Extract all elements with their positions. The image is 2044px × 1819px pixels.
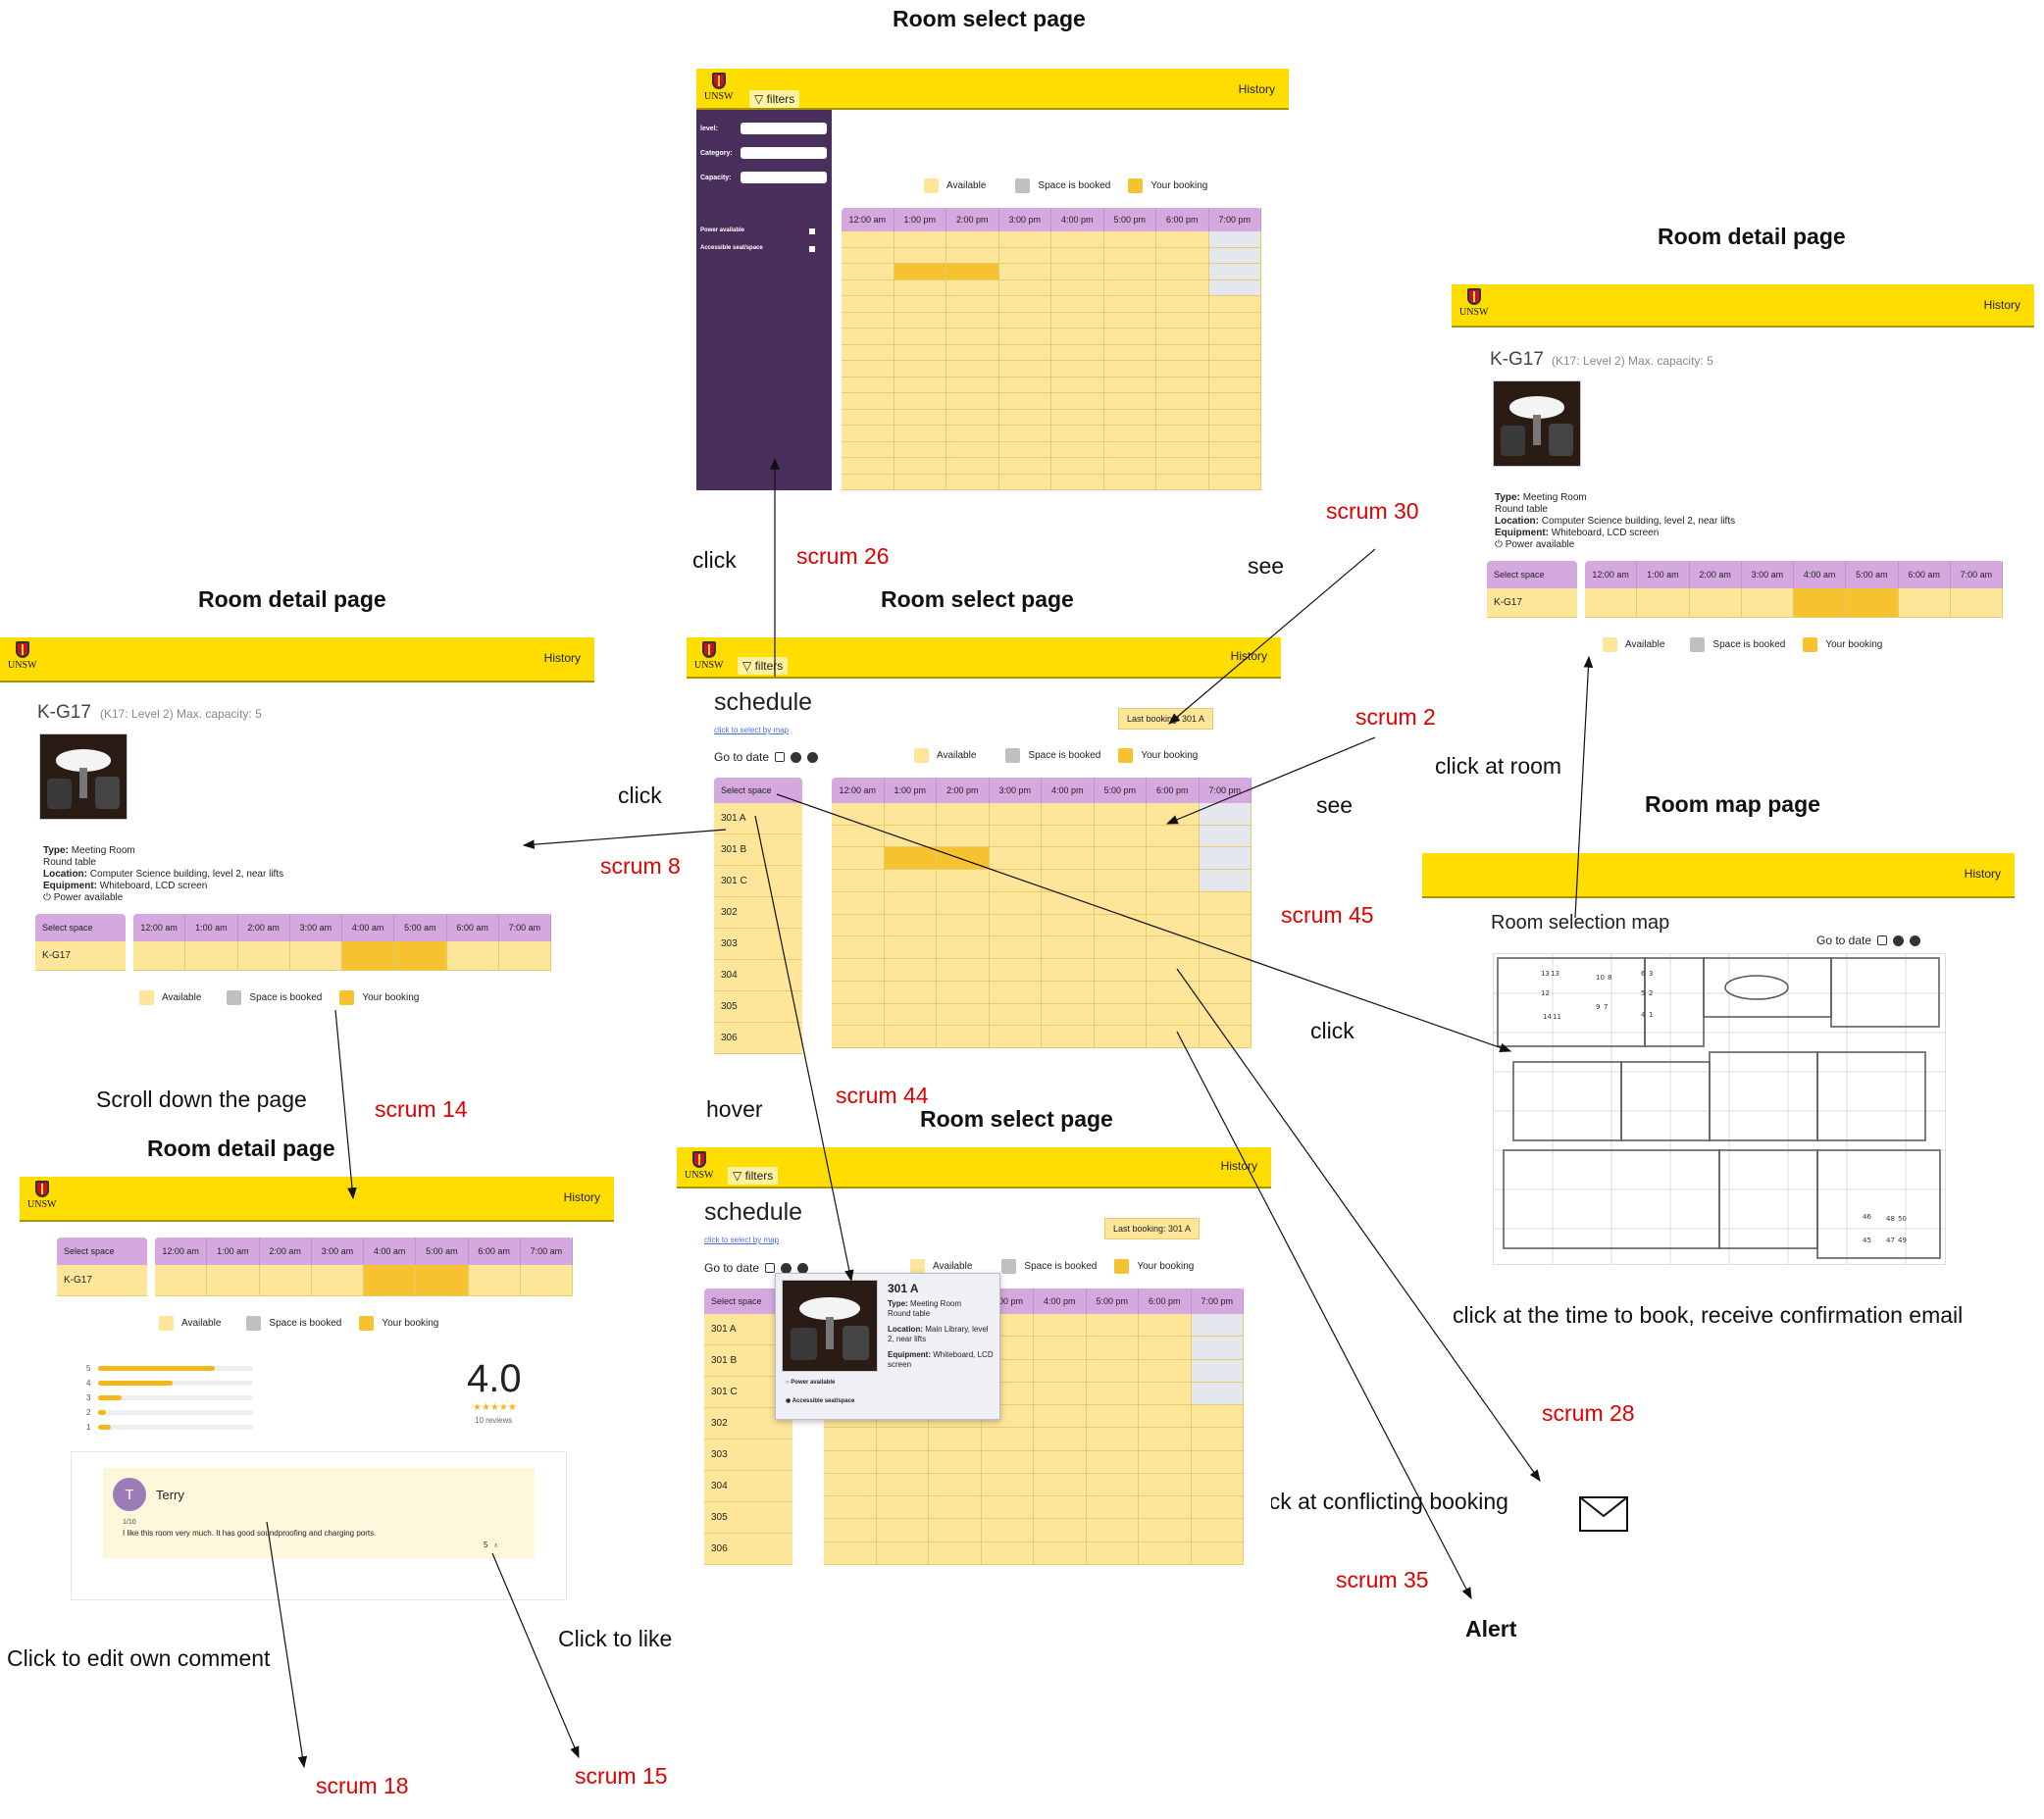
flow-arrows — [266, 457, 1594, 1769]
